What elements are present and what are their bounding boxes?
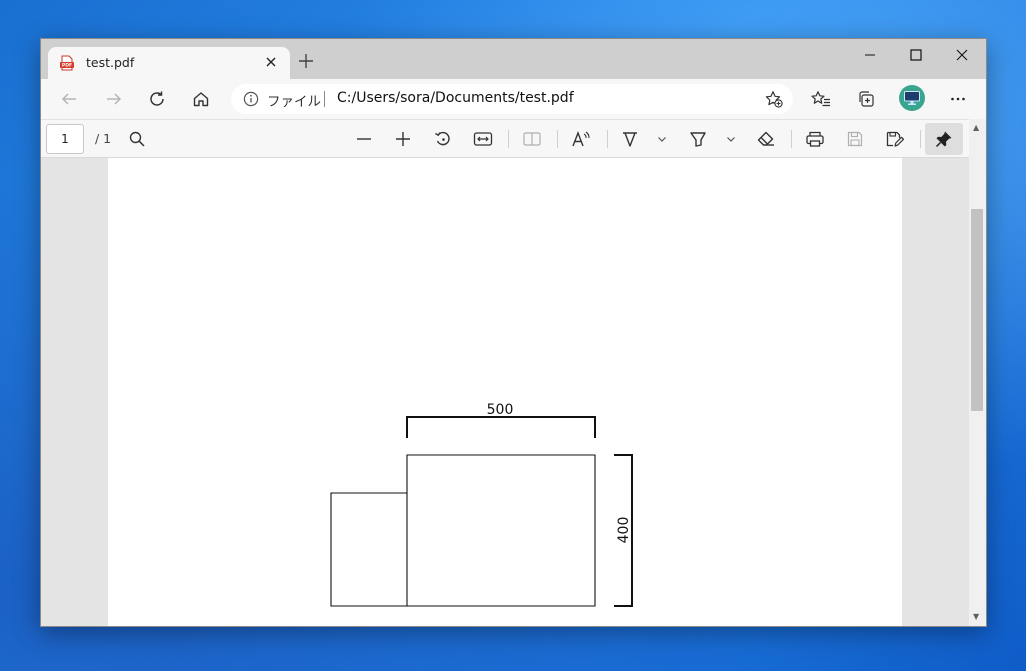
width-dimension-line	[406, 416, 596, 438]
page-total: / 1	[95, 131, 112, 146]
pdf-viewer[interactable]: 500 400	[41, 158, 969, 626]
add-favorite-icon[interactable]	[765, 90, 783, 108]
pdf-file-icon: PDF	[59, 55, 75, 71]
zoom-out-icon[interactable]	[354, 129, 374, 149]
toolbar-divider	[508, 130, 509, 148]
eraser-icon[interactable]	[756, 129, 776, 149]
collections-icon[interactable]	[852, 86, 880, 112]
save-icon[interactable]	[845, 129, 865, 149]
toolbar-divider	[557, 130, 558, 148]
pdf-page: 500 400	[108, 158, 902, 626]
pdf-toolbar: 1 / 1	[41, 119, 986, 158]
back-arrow-icon[interactable]	[55, 86, 83, 112]
chevron-down-icon[interactable]	[654, 129, 670, 149]
tab-strip: PDF test.pdf	[41, 39, 986, 79]
info-icon[interactable]	[243, 91, 259, 107]
home-icon[interactable]	[187, 86, 215, 112]
maximize-icon[interactable]	[893, 39, 939, 71]
scroll-up-icon[interactable]: ▲	[973, 124, 979, 132]
close-window-icon[interactable]	[939, 39, 985, 71]
address-bar[interactable]: ファイル C:/Users/sora/Documents/test.pdf	[231, 84, 793, 114]
profile-avatar[interactable]	[899, 85, 925, 111]
toolbar-divider	[607, 130, 608, 148]
browser-window: PDF test.pdf ファイル C:/Users/sora/Document…	[40, 38, 987, 627]
toolbar-divider	[791, 130, 792, 148]
drawing-upper-block	[406, 454, 596, 607]
page-view-icon[interactable]	[522, 129, 542, 149]
minimize-icon[interactable]	[847, 39, 893, 71]
scroll-thumb[interactable]	[971, 209, 983, 411]
highlight-icon[interactable]	[688, 129, 708, 149]
draw-icon[interactable]	[620, 129, 640, 149]
read-aloud-icon[interactable]	[571, 129, 591, 149]
page-number-input[interactable]: 1	[46, 124, 84, 154]
drawing-outline	[330, 454, 596, 607]
drawing-lower-step	[330, 492, 407, 607]
rotate-icon[interactable]	[433, 129, 453, 149]
navigation-bar: ファイル C:/Users/sora/Documents/test.pdf	[41, 79, 986, 119]
new-tab-icon[interactable]	[297, 52, 315, 70]
zoom-in-icon[interactable]	[393, 129, 413, 149]
fit-to-width-icon[interactable]	[473, 129, 493, 149]
chevron-down-icon[interactable]	[723, 129, 739, 149]
save-as-icon[interactable]	[885, 129, 905, 149]
width-dimension-label: 500	[487, 402, 514, 418]
close-tab-icon[interactable]	[262, 53, 280, 71]
pin-icon	[935, 131, 952, 148]
technical-drawing: 500 400	[330, 402, 633, 607]
address-divider	[324, 91, 325, 107]
favicon-label: PDF	[62, 63, 72, 69]
tab-test-pdf[interactable]: PDF test.pdf	[48, 47, 290, 79]
print-icon[interactable]	[805, 129, 825, 149]
address-url[interactable]: C:/Users/sora/Documents/test.pdf	[337, 90, 574, 106]
forward-arrow-icon[interactable]	[100, 86, 128, 112]
search-icon[interactable]	[127, 129, 147, 149]
profile-monitor-icon	[904, 91, 920, 105]
height-dimension-label: 400	[616, 517, 632, 544]
more-options-icon[interactable]	[944, 86, 972, 112]
address-scheme-label: ファイル	[267, 94, 321, 110]
tab-title: test.pdf	[86, 55, 135, 70]
scroll-down-icon[interactable]: ▼	[973, 613, 979, 621]
refresh-icon[interactable]	[143, 86, 171, 112]
vertical-scrollbar[interactable]: ▲ ▼	[969, 119, 986, 626]
pin-toolbar-button[interactable]	[925, 123, 963, 155]
toolbar-divider	[920, 130, 921, 148]
favorites-icon[interactable]	[807, 86, 835, 112]
